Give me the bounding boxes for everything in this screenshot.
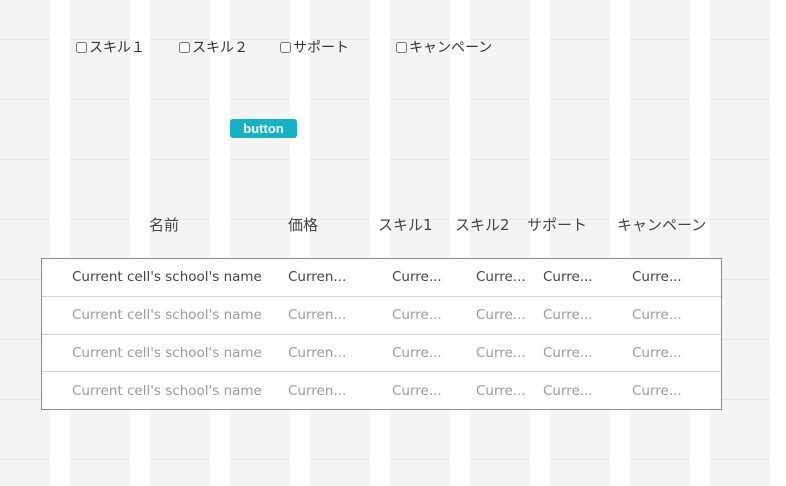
- column-header-campaign: キャンペーン: [617, 216, 707, 234]
- filter-campaign[interactable]: キャンペーン: [396, 38, 492, 56]
- column-header-price: 価格: [288, 216, 319, 234]
- action-button[interactable]: button: [230, 119, 297, 138]
- filter-campaign-checkbox[interactable]: [396, 41, 407, 53]
- filter-support-checkbox[interactable]: [280, 41, 291, 53]
- cell-skill2: Curre...: [476, 344, 526, 361]
- column-header-support: サポート: [527, 216, 588, 234]
- filter-skill1-label: スキル１: [89, 40, 145, 56]
- cell-support: Curre...: [543, 269, 593, 286]
- cell-campaign: Curre...: [632, 269, 682, 286]
- filter-support[interactable]: サポート: [280, 38, 349, 56]
- filter-skill2-label: スキル２: [192, 40, 248, 56]
- filter-support-label: サポート: [293, 40, 349, 56]
- cell-price: Curren...: [288, 344, 347, 361]
- cell-name: Current cell's school's name: [72, 269, 262, 286]
- cell-campaign: Curre...: [632, 344, 682, 361]
- table-row[interactable]: Current cell's school's name Curren... C…: [42, 297, 721, 335]
- cell-skill1: Curre...: [392, 307, 442, 324]
- cell-skill1: Curre...: [392, 383, 442, 400]
- column-header-skill1: スキル1: [378, 216, 433, 234]
- filter-campaign-label: キャンペーン: [409, 40, 493, 56]
- cell-skill1: Curre...: [392, 269, 442, 286]
- filter-skill1-checkbox[interactable]: [76, 41, 87, 53]
- cell-name: Current cell's school's name: [72, 307, 262, 324]
- school-table: Current cell's school's name Curren... C…: [41, 258, 722, 410]
- cell-price: Curren...: [288, 383, 347, 400]
- cell-price: Curren...: [288, 307, 347, 324]
- cell-name: Current cell's school's name: [72, 383, 262, 400]
- cell-price: Curren...: [288, 269, 347, 286]
- filter-skill1[interactable]: スキル１: [76, 38, 145, 56]
- filter-skill2[interactable]: スキル２: [179, 38, 248, 56]
- filter-skill2-checkbox[interactable]: [179, 41, 190, 53]
- cell-campaign: Curre...: [632, 383, 682, 400]
- column-header-name: 名前: [149, 216, 180, 234]
- cell-skill2: Curre...: [476, 383, 526, 400]
- cell-support: Curre...: [543, 307, 593, 324]
- cell-name: Current cell's school's name: [72, 344, 262, 361]
- cell-campaign: Curre...: [632, 307, 682, 324]
- table-row[interactable]: Current cell's school's name Curren... C…: [42, 259, 721, 297]
- table-row[interactable]: Current cell's school's name Curren... C…: [42, 372, 721, 410]
- cell-skill2: Curre...: [476, 269, 526, 286]
- table-row[interactable]: Current cell's school's name Curren... C…: [42, 335, 721, 373]
- cell-support: Curre...: [543, 344, 593, 361]
- cell-skill1: Curre...: [392, 344, 442, 361]
- column-header-skill2: スキル2: [455, 216, 510, 234]
- cell-skill2: Curre...: [476, 307, 526, 324]
- cell-support: Curre...: [543, 383, 593, 400]
